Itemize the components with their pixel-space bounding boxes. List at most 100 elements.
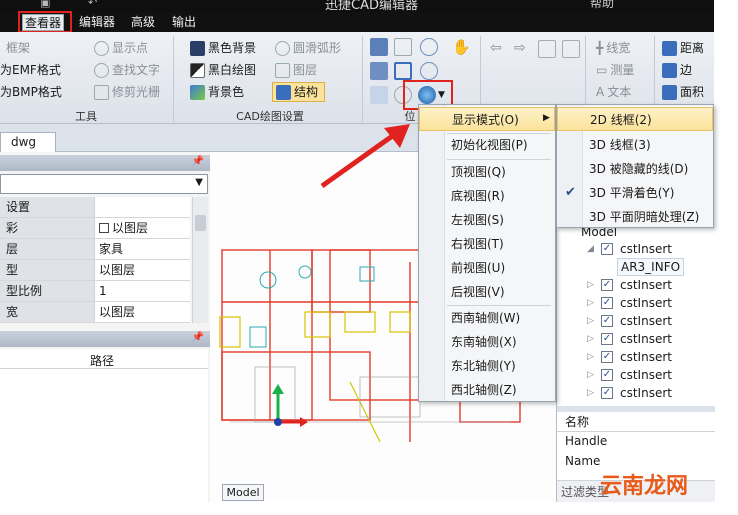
checkbox-icon[interactable]: ✓ — [601, 279, 613, 291]
menu-item-left-view[interactable]: 左视图(S) — [419, 208, 555, 232]
tree-item[interactable]: ▷ ✓ cstInsert — [587, 276, 672, 294]
tree-item[interactable]: ▷ ✓ cstInsert — [587, 366, 672, 384]
area-icon — [662, 84, 677, 100]
menu-item-right-view[interactable]: 右视图(T) — [419, 232, 555, 256]
area-button[interactable]: 面积 — [662, 82, 704, 102]
orbit-icon[interactable] — [370, 86, 388, 104]
zoom-in-icon[interactable] — [420, 38, 438, 56]
black-background-button[interactable]: 黑色背景 — [190, 38, 256, 58]
undo-icon[interactable]: ↶ — [88, 0, 97, 9]
help-link[interactable]: 帮助 — [590, 0, 614, 11]
back-icon[interactable]: ⇦ — [490, 40, 502, 56]
expand-icon[interactable]: ▷ — [587, 370, 597, 380]
zoom-window-icon[interactable] — [394, 38, 412, 56]
expand-icon[interactable]: ▷ — [587, 334, 597, 344]
property-value: 以图层 — [95, 302, 190, 322]
hand-icon[interactable]: ✋ — [452, 38, 471, 56]
scrollbar[interactable] — [192, 197, 208, 323]
checkbox-icon[interactable]: ✓ — [601, 333, 613, 345]
checkbox-icon[interactable]: ✓ — [601, 243, 613, 255]
zoom-out-icon[interactable] — [420, 62, 438, 80]
layers-icon — [275, 62, 290, 78]
tab-advanced[interactable]: 高级 — [129, 14, 157, 31]
distance-button[interactable]: 距离 — [662, 38, 704, 58]
zoom-extents-icon[interactable] — [394, 62, 412, 80]
menu-item-se-iso[interactable]: 东南轴侧(X) — [419, 330, 555, 354]
tree-item[interactable]: ▷ ✓ cstInsert — [587, 330, 672, 348]
checkbox-icon[interactable]: ✓ — [601, 369, 613, 381]
menu-item-nw-iso[interactable]: 西北轴侧(Z) — [419, 378, 555, 402]
pin-icon[interactable]: 📌 — [192, 156, 204, 167]
quick-access-icon[interactable]: ▣ — [40, 0, 50, 9]
export-emf-button[interactable]: 为EMF格式 — [0, 60, 61, 80]
trim-raster-button[interactable]: 修剪光栅 — [94, 82, 160, 102]
path-list — [0, 369, 208, 502]
show-points-button[interactable]: 显示点 — [94, 38, 148, 58]
copy-icon[interactable] — [538, 40, 556, 58]
property-row[interactable]: 型以图层 — [0, 260, 190, 281]
checkbox-icon[interactable]: ✓ — [601, 315, 613, 327]
structure-button[interactable]: 结构 — [272, 82, 326, 102]
smooth-arc-button[interactable]: 圆滑弧形 — [275, 38, 341, 58]
text-button[interactable]: A 文本 — [596, 82, 631, 102]
find-text-button[interactable]: 查找文字 — [94, 60, 160, 80]
chevron-down-icon: ▼ — [195, 177, 203, 188]
measure-button[interactable]: ▭ 测量 — [596, 60, 634, 80]
forward-icon[interactable]: ⇨ — [514, 40, 526, 56]
property-row[interactable]: 层家具 — [0, 239, 190, 260]
menu-item-sw-iso[interactable]: 西南轴侧(W) — [419, 306, 555, 330]
expand-icon[interactable]: ▷ — [587, 316, 597, 326]
checkbox-icon[interactable]: ✓ — [601, 387, 613, 399]
menu-item-3d-wireframe[interactable]: 3D 线框(3) — [557, 133, 713, 157]
menu-item-3d-flat[interactable]: 3D 平面阴暗处理(Z) — [557, 205, 713, 229]
menu-item-top-view[interactable]: 顶视图(Q) — [419, 160, 555, 184]
path-column-header[interactable]: 路径 — [90, 352, 114, 369]
tree-item-ar3-info[interactable]: AR3_INFO — [617, 258, 685, 276]
tab-output[interactable]: 输出 — [170, 14, 198, 31]
edge-icon — [662, 62, 677, 78]
menu-item-init-view[interactable]: 初始化视图(P) — [419, 133, 555, 157]
tree-item[interactable]: ▷ ✓ cstInsert — [587, 348, 672, 366]
expand-icon[interactable]: ▷ — [587, 352, 597, 362]
smooth-arc-icon — [275, 40, 290, 56]
document-tab[interactable]: dwg — [0, 132, 56, 152]
menu-item-back-view[interactable]: 后视图(V) — [419, 280, 555, 304]
expand-icon[interactable]: ▷ — [587, 298, 597, 308]
checkbox-icon[interactable]: ✓ — [601, 297, 613, 309]
frame-button[interactable]: 框架 — [6, 38, 30, 58]
tree-item[interactable]: ▷ ✓ cstInsert — [587, 312, 672, 330]
menu-item-2d-wireframe[interactable]: 2D 线框(2) — [557, 107, 713, 131]
black-white-drawing-button[interactable]: 黑白绘图 — [190, 60, 256, 80]
menu-item-display-mode[interactable]: 显示模式(O) — [419, 107, 555, 131]
menu-item-front-view[interactable]: 前视图(U) — [419, 256, 555, 280]
checkmark-icon: ✔ — [565, 185, 576, 200]
fit-icon[interactable] — [370, 62, 388, 80]
menu-item-3d-hidden[interactable]: 3D 被隐藏的线(D) — [557, 157, 713, 181]
group-label-tools: 工具 — [75, 110, 97, 123]
object-selector[interactable]: ▼ — [0, 174, 208, 194]
export-bmp-button[interactable]: 为BMP格式 — [0, 82, 62, 102]
model-tab[interactable]: Model — [222, 484, 264, 501]
checkbox-icon[interactable]: ✓ — [601, 351, 613, 363]
background-color-button[interactable]: 背景色 — [190, 82, 244, 102]
menu-item-ne-iso[interactable]: 东北轴侧(Y) — [419, 354, 555, 378]
tab-editor[interactable]: 编辑器 — [77, 14, 117, 31]
property-row[interactable]: 设置 — [0, 197, 190, 218]
property-row[interactable]: 型比例 1 — [0, 281, 190, 302]
paste-icon[interactable] — [562, 40, 580, 58]
line-width-button[interactable]: ╋ 线宽 — [596, 38, 630, 58]
tree-item[interactable]: ▷ ✓ cstInsert — [587, 294, 672, 312]
menu-item-3d-smooth[interactable]: 3D 平滑着色(Y) — [557, 181, 713, 205]
menu-item-bottom-view[interactable]: 底视图(R) — [419, 184, 555, 208]
pin-icon[interactable]: 📌 — [192, 332, 204, 343]
layers-button[interactable]: 图层 — [275, 60, 317, 80]
expand-icon[interactable]: ▷ — [587, 280, 597, 290]
tree-item[interactable]: ◢ ✓ cstInsert — [587, 240, 672, 258]
pan-icon[interactable] — [370, 38, 388, 56]
expand-icon[interactable]: ▷ — [587, 388, 597, 398]
tree-item[interactable]: ▷ ✓ cstInsert — [587, 384, 672, 402]
edge-button[interactable]: 边 — [662, 60, 692, 80]
expand-icon[interactable]: ◢ — [587, 244, 597, 254]
property-row[interactable]: 宽以图层 — [0, 302, 190, 323]
property-row[interactable]: 彩以图层 — [0, 218, 190, 239]
